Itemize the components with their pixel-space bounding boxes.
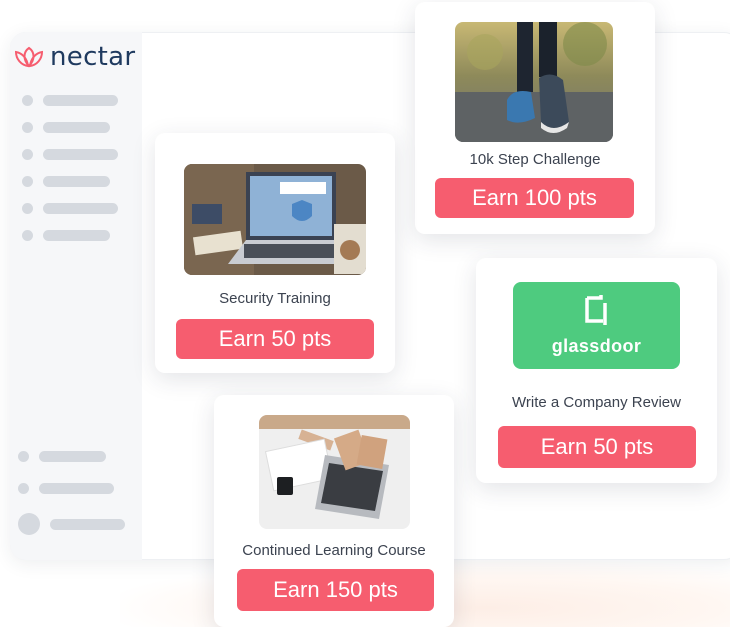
earn-button[interactable]: Earn 100 pts (435, 178, 634, 218)
glassdoor-wordmark: glassdoor (551, 335, 642, 356)
card-title: 10k Step Challenge (469, 151, 601, 168)
avatar (18, 513, 40, 535)
challenge-card-learning[interactable]: Continued Learning Course Earn 150 pts (214, 395, 454, 627)
lotus-icon (14, 46, 44, 68)
sidebar-footer-item-2[interactable] (18, 483, 114, 494)
earn-button[interactable]: Earn 50 pts (498, 426, 696, 468)
challenge-card-step[interactable]: 10k Step Challenge Earn 100 pts (415, 2, 655, 234)
glassdoor-logo: glassdoor (513, 282, 680, 369)
walking-shoes-photo (455, 22, 613, 142)
sidebar-item-6[interactable] (22, 230, 110, 241)
profile-item[interactable] (18, 513, 125, 535)
challenge-card-review[interactable]: glassdoor Write a Company Review Earn 50… (476, 258, 717, 483)
cyber-security-laptop-photo (184, 164, 366, 275)
challenge-card-security[interactable]: Security Training Earn 50 pts (155, 133, 395, 373)
brand-name: nectar (50, 42, 136, 72)
glassdoor-icon (584, 294, 609, 330)
sidebar-item-4[interactable] (22, 176, 110, 187)
sidebar-footer-item-1[interactable] (18, 451, 106, 462)
earn-button[interactable]: Earn 150 pts (237, 569, 434, 611)
sidebar-item-2[interactable] (22, 122, 110, 133)
sidebar-item-3[interactable] (22, 149, 118, 160)
sidebar-item-1[interactable] (22, 95, 118, 106)
nectar-logo[interactable]: nectar (14, 42, 135, 72)
earn-button[interactable]: Earn 50 pts (176, 319, 374, 359)
sidebar (10, 32, 142, 560)
card-title: Security Training (219, 290, 331, 307)
laptop-desk-photo (259, 415, 410, 529)
card-title: Continued Learning Course (242, 542, 426, 559)
card-title: Write a Company Review (512, 394, 681, 411)
sidebar-item-5[interactable] (22, 203, 118, 214)
